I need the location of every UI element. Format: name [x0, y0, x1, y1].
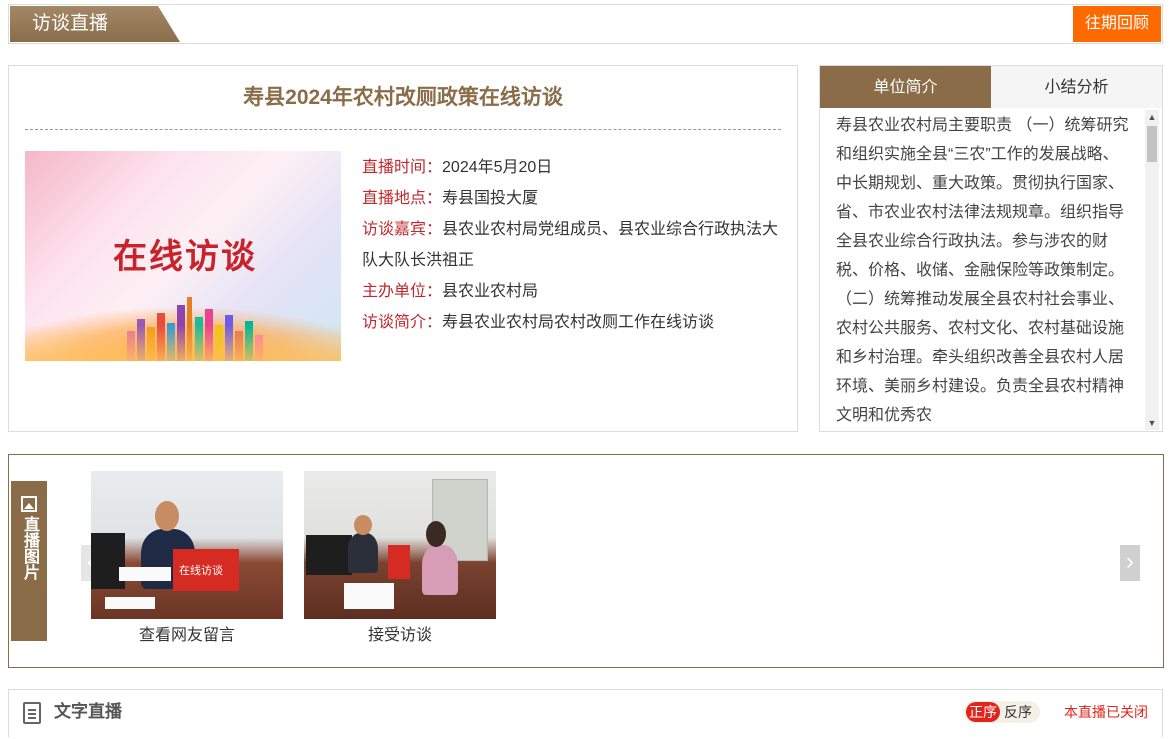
photo-image[interactable]: 在线访谈	[91, 471, 283, 619]
live-photos-tab: 直播图片	[11, 481, 47, 641]
unit-info-panel: 单位简介 小结分析 寿县农业农村局主要职责 （一）统筹研究和组织实施全县“三农”…	[819, 65, 1163, 432]
section-title: 访谈直播	[10, 6, 180, 42]
section-header: 访谈直播 往期回顾	[8, 4, 1163, 44]
next-arrow-icon[interactable]: ›	[1120, 545, 1140, 581]
interview-details: 直播时间：2024年5月20日 直播地点：寿县国投大厦 访谈嘉宾：县农业农村局党…	[362, 152, 792, 338]
live-text-title: 文字直播	[54, 702, 122, 721]
photo-caption: 查看网友留言	[138, 627, 235, 644]
detail-location: 直播地点：寿县国投大厦	[362, 183, 792, 214]
detail-value: 寿县国投大厦	[442, 190, 539, 207]
detail-time: 直播时间：2024年5月20日	[362, 152, 792, 183]
detail-value: 县农业农村局	[442, 283, 539, 300]
tab-unit-intro[interactable]: 单位简介	[820, 66, 991, 108]
photo-item[interactable]: 在线访谈 查看网友留言	[91, 471, 283, 653]
picture-icon	[21, 496, 37, 512]
cover-glow	[25, 325, 341, 361]
live-photos-label: 直播图片	[21, 516, 38, 580]
scroll-up-arrow-icon[interactable]: ▲	[1145, 110, 1159, 124]
live-status-text: 本直播已关闭	[1064, 704, 1148, 720]
sort-asc-button[interactable]: 正序	[966, 702, 1000, 722]
detail-label: 访谈简介：	[362, 314, 443, 331]
panel-tabs: 单位简介 小结分析	[820, 66, 1162, 108]
detail-label: 访谈嘉宾：	[362, 221, 443, 238]
interview-cover-image: 在线访谈	[25, 151, 341, 361]
live-photos-panel: 直播图片 ‹ 在线访谈 查看网友留言 接受访谈 ›	[8, 454, 1164, 668]
scrollbar-thumb[interactable]	[1147, 126, 1157, 162]
detail-organizer: 主办单位：县农业农村局	[362, 276, 792, 307]
cover-text: 在线访谈	[113, 237, 257, 277]
detail-summary: 访谈简介：寿县农业农村局农村改厕工作在线访谈	[362, 307, 792, 338]
detail-label: 直播地点：	[362, 190, 443, 207]
detail-guest: 访谈嘉宾：县农业农村局党组成员、县农业综合行政执法大队大队长洪祖正	[362, 214, 792, 276]
detail-label: 主办单位：	[362, 283, 443, 300]
photo-image[interactable]	[304, 471, 496, 619]
sort-toggle: 正序 反序	[964, 701, 1040, 723]
past-review-button[interactable]: 往期回顾	[1073, 6, 1161, 42]
document-icon	[23, 702, 41, 724]
unit-intro-text: 寿县农业农村局主要职责 （一）统筹研究和组织实施全县“三农”工作的发展战略、中长…	[836, 117, 1129, 424]
interview-title: 寿县2024年农村改厕政策在线访谈	[25, 66, 781, 130]
scroll-down-arrow-icon[interactable]: ▼	[1145, 416, 1159, 430]
photo-item[interactable]: 接受访谈	[304, 471, 496, 653]
detail-label: 直播时间：	[362, 159, 443, 176]
live-text-bar: 文字直播 正序 反序 本直播已关闭	[8, 689, 1163, 737]
photo-caption: 接受访谈	[367, 627, 432, 644]
detail-value: 寿县农业农村局农村改厕工作在线访谈	[442, 314, 715, 331]
detail-value: 2024年5月20日	[442, 159, 553, 176]
sort-desc-button[interactable]: 反序	[1004, 701, 1032, 723]
laptop-sign-text: 在线访谈	[179, 565, 223, 577]
interview-info-panel: 寿县2024年农村改厕政策在线访谈 在线访谈 直播时间：2024年5月20日 直…	[8, 65, 798, 432]
vertical-scrollbar[interactable]: ▲ ▼	[1145, 110, 1159, 430]
tab-summary-analysis[interactable]: 小结分析	[991, 66, 1162, 108]
